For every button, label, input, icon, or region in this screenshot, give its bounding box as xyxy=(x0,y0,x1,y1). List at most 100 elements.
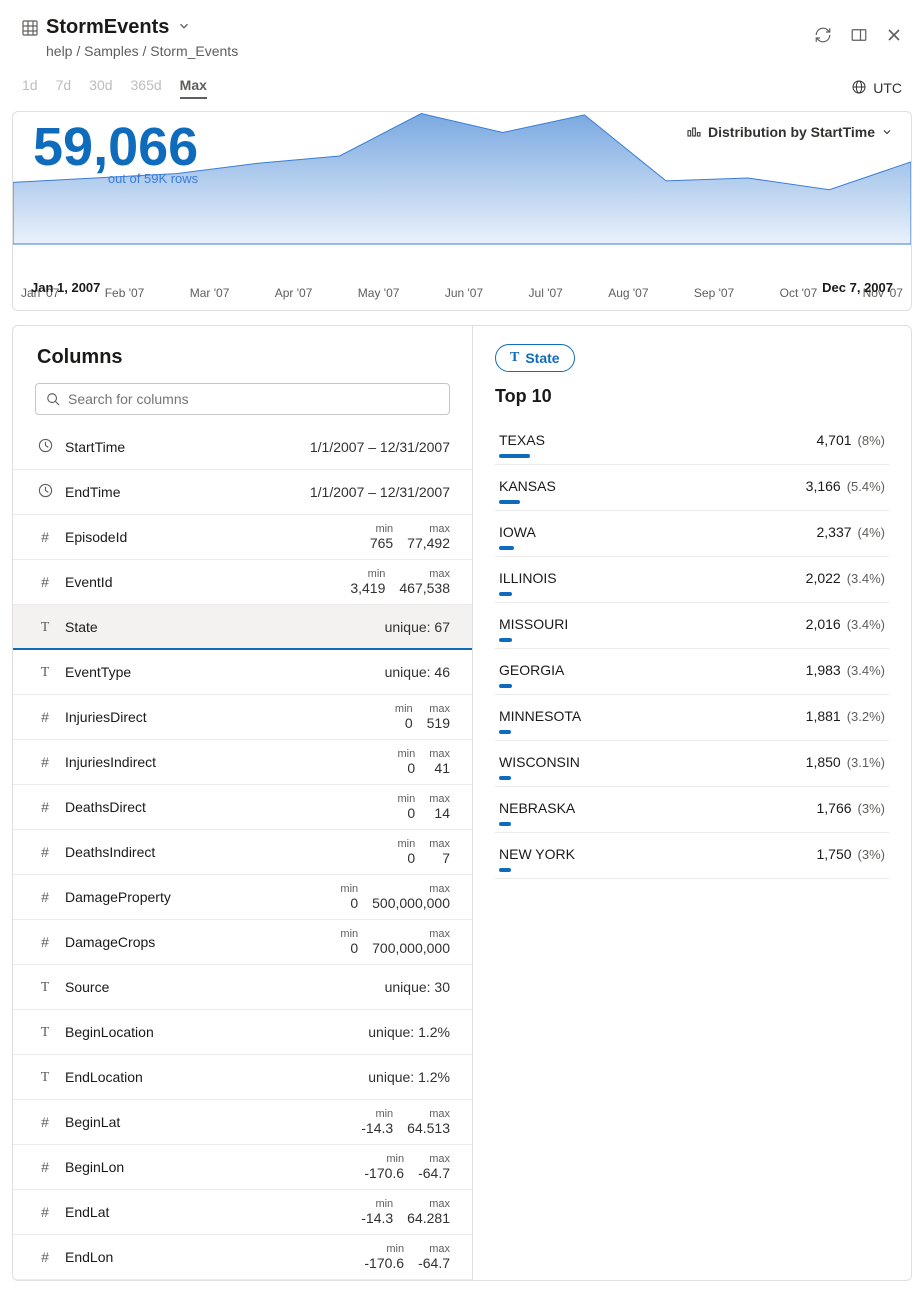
top-item-wisconsin[interactable]: WISCONSIN 1,850 (3.1%) xyxy=(495,741,889,787)
range-tab-365d[interactable]: 365d xyxy=(131,77,162,99)
column-item-state[interactable]: T State unique: 67 xyxy=(13,605,472,650)
column-name: EndLon xyxy=(65,1249,364,1265)
column-name: BeginLon xyxy=(65,1159,364,1175)
top-item-pct: (3%) xyxy=(858,801,885,816)
top-item-name: GEORGIA xyxy=(499,662,806,678)
column-summary: unique: 1.2% xyxy=(368,1024,450,1040)
top-item-pct: (3.4%) xyxy=(847,571,885,586)
column-item-injuriesindirect[interactable]: # InjuriesIndirect min0 max41 xyxy=(13,740,472,785)
range-tab-30d[interactable]: 30d xyxy=(89,77,112,99)
column-item-starttime[interactable]: StartTime 1/1/2007 – 12/31/2007 xyxy=(13,425,472,470)
num-type-icon: # xyxy=(35,799,55,815)
top-item-value: 2,337 xyxy=(817,524,852,540)
x-tick: Nov '07 xyxy=(863,286,903,300)
column-item-deathsdirect[interactable]: # DeathsDirect min0 max14 xyxy=(13,785,472,830)
chevron-down-icon[interactable] xyxy=(177,19,191,36)
column-name: InjuriesIndirect xyxy=(65,754,397,770)
top-item-pct: (4%) xyxy=(858,525,885,540)
column-name: EndLat xyxy=(65,1204,361,1220)
num-type-icon: # xyxy=(35,574,55,590)
column-name: EpisodeId xyxy=(65,529,370,545)
top-item-value: 2,022 xyxy=(806,570,841,586)
column-item-endtime[interactable]: EndTime 1/1/2007 – 12/31/2007 xyxy=(13,470,472,515)
text-type-icon: T xyxy=(35,618,55,636)
panel-icon[interactable] xyxy=(850,26,868,47)
x-tick: Sep '07 xyxy=(694,286,734,300)
column-item-beginlocation[interactable]: T BeginLocation unique: 1.2% xyxy=(13,1010,472,1055)
num-type-icon: # xyxy=(35,844,55,860)
range-tab-1d[interactable]: 1d xyxy=(22,77,38,99)
column-name: DamageCrops xyxy=(65,934,340,950)
text-type-icon: T xyxy=(510,350,519,366)
num-type-icon: # xyxy=(35,1114,55,1130)
top-item-georgia[interactable]: GEORGIA 1,983 (3.4%) xyxy=(495,649,889,695)
x-tick: Apr '07 xyxy=(275,286,313,300)
top-item-value: 1,766 xyxy=(817,800,852,816)
column-item-damageproperty[interactable]: # DamageProperty min0 max500,000,000 xyxy=(13,875,472,920)
top-item-iowa[interactable]: IOWA 2,337 (4%) xyxy=(495,511,889,557)
column-name: BeginLat xyxy=(65,1114,361,1130)
x-tick: Oct '07 xyxy=(780,286,818,300)
distribution-selector[interactable]: Distribution by StartTime xyxy=(686,124,893,140)
top-item-new-york[interactable]: NEW YORK 1,750 (3%) xyxy=(495,833,889,879)
column-item-deathsindirect[interactable]: # DeathsIndirect min0 max7 xyxy=(13,830,472,875)
range-tab-7d[interactable]: 7d xyxy=(56,77,72,99)
top-item-name: IOWA xyxy=(499,524,817,540)
refresh-icon[interactable] xyxy=(814,26,832,47)
top-item-illinois[interactable]: ILLINOIS 2,022 (3.4%) xyxy=(495,557,889,603)
column-name: BeginLocation xyxy=(65,1024,368,1040)
top-item-pct: (3.1%) xyxy=(847,755,885,770)
top-item-kansas[interactable]: KANSAS 3,166 (5.4%) xyxy=(495,465,889,511)
column-item-episodeid[interactable]: # EpisodeId min765 max77,492 xyxy=(13,515,472,560)
top-item-name: NEBRASKA xyxy=(499,800,817,816)
column-item-beginlat[interactable]: # BeginLat min-14.3 max64.513 xyxy=(13,1100,472,1145)
text-type-icon: T xyxy=(35,1023,55,1041)
search-columns-input[interactable] xyxy=(35,383,450,415)
selected-column-pill[interactable]: T State xyxy=(495,344,575,372)
top-item-pct: (3.4%) xyxy=(847,617,885,632)
breadcrumb: help / Samples / Storm_Events xyxy=(46,43,814,59)
column-summary: 1/1/2007 – 12/31/2007 xyxy=(310,439,450,455)
top-item-name: ILLINOIS xyxy=(499,570,806,586)
column-item-beginlon[interactable]: # BeginLon min-170.6 max-64.7 xyxy=(13,1145,472,1190)
column-summary: unique: 67 xyxy=(385,619,450,635)
top-item-pct: (3.2%) xyxy=(847,709,885,724)
top-item-name: WISCONSIN xyxy=(499,754,806,770)
columns-heading: Columns xyxy=(13,326,472,383)
num-type-icon: # xyxy=(35,1159,55,1175)
x-tick: May '07 xyxy=(358,286,400,300)
column-item-endlocation[interactable]: T EndLocation unique: 1.2% xyxy=(13,1055,472,1100)
column-item-endlat[interactable]: # EndLat min-14.3 max64.281 xyxy=(13,1190,472,1235)
column-name: StartTime xyxy=(65,439,310,455)
column-item-eventid[interactable]: # EventId min3,419 max467,538 xyxy=(13,560,472,605)
column-item-injuriesdirect[interactable]: # InjuriesDirect min0 max519 xyxy=(13,695,472,740)
num-type-icon: # xyxy=(35,529,55,545)
search-icon xyxy=(46,392,60,406)
column-name: EventType xyxy=(65,664,385,680)
timezone-label[interactable]: UTC xyxy=(873,80,902,96)
top-item-texas[interactable]: TEXAS 4,701 (8%) xyxy=(495,419,889,465)
column-item-endlon[interactable]: # EndLon min-170.6 max-64.7 xyxy=(13,1235,472,1280)
top-item-pct: (8%) xyxy=(858,433,885,448)
num-type-icon: # xyxy=(35,1204,55,1220)
column-name: DeathsIndirect xyxy=(65,844,397,860)
top-item-value: 1,983 xyxy=(806,662,841,678)
x-tick: Feb '07 xyxy=(105,286,145,300)
top-item-pct: (5.4%) xyxy=(847,479,885,494)
top-item-nebraska[interactable]: NEBRASKA 1,766 (3%) xyxy=(495,787,889,833)
column-name: EndLocation xyxy=(65,1069,368,1085)
top-item-minnesota[interactable]: MINNESOTA 1,881 (3.2%) xyxy=(495,695,889,741)
top-item-name: MINNESOTA xyxy=(499,708,806,724)
column-item-eventtype[interactable]: T EventType unique: 46 xyxy=(13,650,472,695)
column-item-damagecrops[interactable]: # DamageCrops min0 max700,000,000 xyxy=(13,920,472,965)
close-icon[interactable] xyxy=(886,27,902,46)
x-tick: Jul '07 xyxy=(529,286,563,300)
column-name: DeathsDirect xyxy=(65,799,397,815)
num-type-icon: # xyxy=(35,1249,55,1265)
top-item-value: 1,750 xyxy=(817,846,852,862)
range-tab-max[interactable]: Max xyxy=(180,77,207,99)
top-item-name: NEW YORK xyxy=(499,846,817,862)
top-item-missouri[interactable]: MISSOURI 2,016 (3.4%) xyxy=(495,603,889,649)
num-type-icon: # xyxy=(35,889,55,905)
column-item-source[interactable]: T Source unique: 30 xyxy=(13,965,472,1010)
